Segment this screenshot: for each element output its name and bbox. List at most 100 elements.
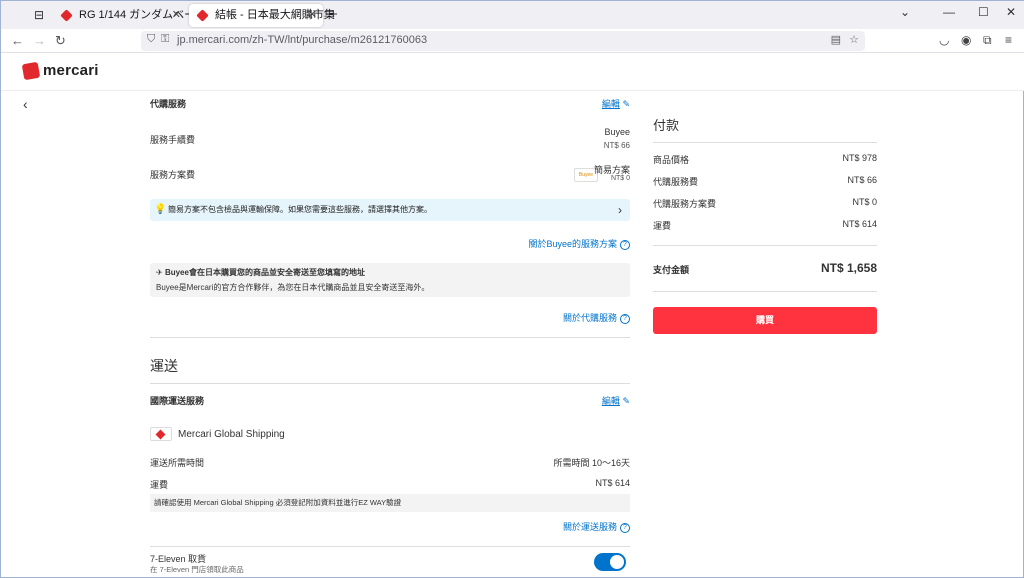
mercari-favicon-icon bbox=[60, 9, 73, 22]
ezway-note: 請確認使用 Mercari Global Shipping 必須登記附加資料並進… bbox=[150, 494, 630, 512]
site-header: mercari bbox=[1, 53, 1024, 91]
reader-view-icon[interactable]: ▤ bbox=[831, 33, 841, 46]
address-bar[interactable]: ⛉ ⚿ jp.mercari.com/zh-TW/lnt/purchase/m2… bbox=[141, 31, 865, 51]
tab-overflow-chevron-icon[interactable]: ⌄ bbox=[900, 5, 910, 19]
about-shipping-link[interactable]: 關於運送服務? bbox=[563, 520, 630, 533]
plan-notice-banner[interactable]: 💡 簡易方案不包含檢品與運輸保障。如果您需要這些服務，請選擇其他方案。 › bbox=[150, 199, 630, 221]
help-icon: ? bbox=[620, 239, 630, 250]
plan-notice-text: 簡易方案不包含檢品與運輸保障。如果您需要這些服務，請選擇其他方案。 bbox=[168, 205, 432, 214]
minimize-button[interactable]: — bbox=[943, 5, 955, 19]
pencil-icon: ✎ bbox=[622, 396, 630, 406]
proxy-edit-link[interactable]: 編輯 ✎ bbox=[602, 97, 630, 110]
navigation-bar: ← → ↻ ⛉ ⚿ jp.mercari.com/zh-TW/lnt/purch… bbox=[1, 29, 1024, 53]
tab-list-icon[interactable]: ⊟ bbox=[31, 7, 47, 23]
intl-shipping-label: 國際運送服務 bbox=[150, 396, 205, 406]
summary-label: 代購服務方案費 bbox=[653, 199, 717, 209]
summary-row: 代購服務費 NT$ 66 bbox=[653, 175, 877, 188]
lock-icon[interactable]: ⚿ bbox=[161, 33, 169, 46]
back-arrow-icon[interactable]: ← bbox=[11, 33, 24, 49]
buyee-info-title-text: Buyee會在日本購買您的商品並安全寄送至您填寫的地址 bbox=[164, 268, 365, 277]
mercari-logo-text[interactable]: mercari bbox=[43, 62, 99, 79]
proxy-edit-label: 編輯 bbox=[601, 99, 620, 109]
plan-row: 服務方案費 簡易方案 NT$ 0 bbox=[150, 165, 630, 182]
buy-button[interactable]: 購買 bbox=[653, 307, 877, 334]
about-plan-label: 關於Buyee的服務方案 bbox=[528, 239, 617, 249]
lightbulb-icon: 💡 bbox=[154, 204, 167, 215]
fee-provider: Buyee bbox=[604, 127, 630, 137]
fee-row: 服務手續費 Buyee Buyee NT$ 66 bbox=[150, 127, 630, 182]
summary-label: 商品價格 bbox=[653, 155, 690, 165]
proxy-header: 代購服務 編輯 ✎ bbox=[150, 97, 630, 110]
seven-eleven-toggle[interactable] bbox=[594, 553, 626, 571]
shipping-section-title: 運送 bbox=[150, 358, 178, 374]
section-divider bbox=[653, 291, 877, 292]
about-proxy-link[interactable]: 關於代購服務? bbox=[563, 311, 630, 324]
account-icon[interactable]: ◉ bbox=[961, 33, 971, 47]
seven-eleven-desc: 在 7-Eleven 門店領取此商品 bbox=[150, 565, 244, 574]
plan-value: NT$ 0 bbox=[610, 175, 630, 182]
menu-icon[interactable]: ≡ bbox=[1005, 33, 1012, 47]
global-shipping-logo-icon bbox=[150, 427, 172, 441]
new-tab-button[interactable]: + bbox=[329, 6, 338, 23]
shipping-time-label: 運送所需時間 bbox=[150, 458, 205, 468]
pencil-icon: ✎ bbox=[622, 99, 630, 109]
total-value: NT$ 1,658 bbox=[820, 261, 877, 275]
buyee-info-desc: Buyee是Mercari的官方合作夥伴，為您在日本代購商品並且安全寄送至海外。 bbox=[156, 283, 430, 292]
back-chevron-icon[interactable]: ‹ bbox=[23, 96, 28, 112]
intl-shipping-header: 國際運送服務 編輯 ✎ bbox=[150, 394, 630, 407]
summary-value: NT$ 614 bbox=[842, 219, 877, 229]
summary-row: 商品價格 NT$ 978 bbox=[653, 153, 877, 166]
section-divider bbox=[150, 383, 630, 384]
help-icon: ? bbox=[620, 313, 630, 324]
pocket-icon[interactable]: ◡ bbox=[939, 33, 949, 47]
airplane-icon: ✈ bbox=[156, 268, 163, 277]
proxy-section-title: 代購服務 bbox=[150, 99, 187, 109]
summary-row: 運費 NT$ 614 bbox=[653, 219, 877, 232]
summary-value: NT$ 0 bbox=[852, 197, 877, 207]
maximize-button[interactable]: ☐ bbox=[978, 5, 989, 19]
payment-title: 付款 bbox=[653, 118, 680, 133]
summary-label: 代購服務費 bbox=[653, 177, 699, 187]
close-window-button[interactable]: ✕ bbox=[1006, 5, 1016, 19]
tab-checkout[interactable]: 結帳 - 日本最大網購市集 ✕ bbox=[189, 4, 335, 27]
summary-row: 代購服務方案費 NT$ 0 bbox=[653, 197, 877, 210]
section-divider bbox=[653, 142, 877, 143]
close-tab-icon[interactable]: ✕ bbox=[172, 4, 181, 27]
buyee-info-box: ✈ Buyee會在日本購買您的商品並安全寄送至您填寫的地址 Buyee是Merc… bbox=[150, 263, 630, 297]
about-proxy-label: 關於代購服務 bbox=[562, 313, 617, 323]
url-text[interactable]: jp.mercari.com/zh-TW/lnt/purchase/m26121… bbox=[177, 34, 427, 46]
buyee-info-title: ✈ Buyee會在日本購買您的商品並安全寄送至您填寫的地址 bbox=[156, 267, 624, 278]
summary-value: NT$ 978 bbox=[842, 153, 877, 163]
reload-icon[interactable]: ↻ bbox=[55, 33, 66, 49]
shipping-time-value: 所需時間 10〜16天 bbox=[553, 458, 630, 468]
fee-label: 服務手續費 bbox=[150, 135, 196, 145]
shipping-provider: Mercari Global Shipping bbox=[178, 429, 285, 440]
forward-arrow-icon[interactable]: → bbox=[33, 33, 46, 49]
about-plan-link[interactable]: 關於Buyee的服務方案? bbox=[528, 237, 630, 250]
section-divider bbox=[150, 546, 630, 547]
shield-icon[interactable]: ⛉ bbox=[147, 33, 155, 46]
help-icon: ? bbox=[620, 522, 630, 533]
shipping-edit-label: 編輯 bbox=[601, 396, 620, 406]
total-row: 支付金額 NT$ 1,658 bbox=[653, 261, 877, 276]
summary-value: NT$ 66 bbox=[847, 175, 877, 185]
section-divider bbox=[653, 245, 877, 246]
close-tab-icon[interactable]: ✕ bbox=[308, 4, 317, 27]
plan-label: 服務方案費 bbox=[150, 170, 196, 180]
extensions-icon[interactable]: ⧉ bbox=[983, 33, 992, 48]
shipping-time-row: 運送所需時間 所需時間 10〜16天 bbox=[150, 456, 630, 469]
bookmark-star-icon[interactable]: ☆ bbox=[849, 33, 859, 46]
tab-bar: ⊟ RG 1/144 ガンダムベース限定 ✕ 結帳 - 日本最大網購市集 ✕ +… bbox=[1, 1, 1024, 29]
chevron-right-icon: › bbox=[618, 203, 622, 217]
total-label: 支付金額 bbox=[653, 265, 690, 275]
shipping-edit-link[interactable]: 編輯 ✎ bbox=[602, 394, 630, 407]
mercari-favicon-icon bbox=[196, 9, 209, 22]
summary-label: 運費 bbox=[653, 221, 672, 231]
shipping-fee-row: 運費 NT$ 614 bbox=[150, 478, 630, 491]
fee-value: NT$ 66 bbox=[603, 141, 630, 150]
browser-window: ⊟ RG 1/144 ガンダムベース限定 ✕ 結帳 - 日本最大網購市集 ✕ +… bbox=[0, 0, 1024, 578]
shipping-fee-value: NT$ 614 bbox=[595, 478, 630, 488]
mercari-logo-icon[interactable] bbox=[21, 61, 41, 81]
tab-gundam[interactable]: RG 1/144 ガンダムベース限定 ✕ bbox=[53, 4, 228, 27]
section-divider bbox=[150, 337, 630, 338]
